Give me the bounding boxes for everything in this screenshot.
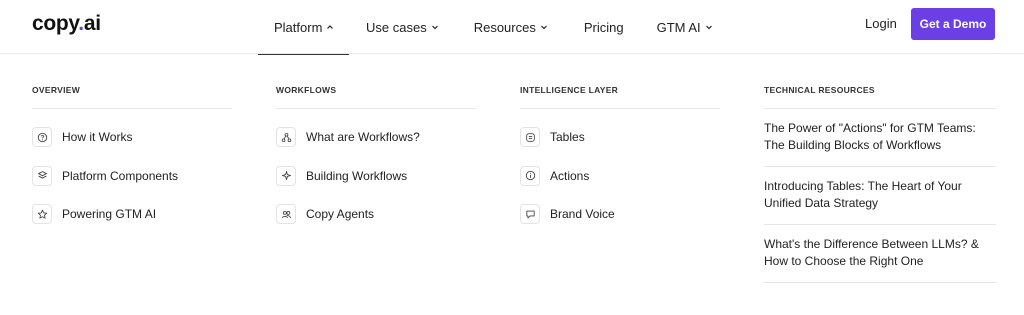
nav-platform-label: Platform: [274, 19, 323, 35]
logo-text: copy: [32, 12, 79, 35]
menu-item-actions[interactable]: Actions: [520, 165, 720, 186]
platform-mega-menu: OVERVIEW How it Works Platform Component…: [0, 55, 1024, 315]
resource-link-introducing-tables[interactable]: Introducing Tables: The Heart of Your Un…: [764, 167, 996, 225]
copyai-logo[interactable]: copy.ai: [32, 12, 101, 36]
menu-item-label: Platform Components: [62, 168, 179, 183]
menu-item-label: Building Workflows: [306, 168, 408, 183]
nav-resources-label: Resources: [473, 19, 536, 35]
top-navbar: copy.ai Platform Use cases Resources Pri…: [0, 0, 1024, 55]
menu-item-label: What are Workflows?: [306, 130, 420, 144]
chat-icon: [520, 204, 540, 224]
nav-platform[interactable]: Platform: [258, 0, 349, 55]
login-link[interactable]: Login: [865, 16, 897, 31]
workflows-column: WORKFLOWS What are Workflows? Building W…: [276, 85, 476, 224]
workflow-nodes-icon: [276, 127, 296, 147]
resource-link-llm-difference[interactable]: What's the Difference Between LLMs? & Ho…: [764, 225, 996, 283]
chevron-down-icon: [705, 25, 712, 30]
get-a-demo-button[interactable]: Get a Demo: [911, 8, 995, 40]
layers-icon: [32, 165, 52, 186]
intelligence-layer-heading: INTELLIGENCE LAYER: [520, 85, 720, 109]
technical-resources-heading: TECHNICAL RESOURCES: [764, 85, 996, 109]
chevron-down-icon: [540, 25, 547, 30]
sparkle-icon: [276, 165, 296, 186]
info-circle-icon: [520, 165, 540, 186]
menu-item-label: Powering GTM AI: [62, 207, 157, 221]
menu-item-powering-gtm-ai[interactable]: Powering GTM AI: [32, 204, 232, 224]
nav-use-cases[interactable]: Use cases: [366, 0, 439, 54]
overview-heading: OVERVIEW: [32, 85, 232, 109]
chevron-up-icon: [327, 25, 334, 29]
menu-item-label: Brand Voice: [550, 207, 615, 221]
workflows-heading: WORKFLOWS: [276, 85, 476, 109]
menu-item-copy-agents[interactable]: Copy Agents: [276, 204, 476, 224]
technical-resources-column: TECHNICAL RESOURCES The Power of "Action…: [764, 85, 996, 283]
menu-item-label: Tables: [550, 130, 585, 144]
question-circle-icon: [32, 127, 52, 147]
menu-item-building-workflows[interactable]: Building Workflows: [276, 165, 476, 186]
menu-item-label: Copy Agents: [306, 207, 375, 221]
nav-pricing-label: Pricing: [583, 19, 624, 35]
resource-link-actions-for-gtm[interactable]: The Power of "Actions" for GTM Teams: Th…: [764, 109, 996, 167]
nav-gtm-ai[interactable]: GTM AI: [657, 0, 713, 54]
menu-item-label: Actions: [550, 168, 590, 183]
nav-pricing[interactable]: Pricing: [584, 0, 624, 54]
intelligence-layer-column: INTELLIGENCE LAYER Tables Actions Brand …: [520, 85, 720, 224]
agents-icon: [276, 204, 296, 224]
nav-gtm-ai-label: GTM AI: [656, 19, 701, 35]
table-icon: [520, 127, 540, 147]
menu-item-brand-voice[interactable]: Brand Voice: [520, 204, 720, 224]
chevron-down-icon: [431, 25, 438, 30]
menu-item-how-it-works[interactable]: How it Works: [32, 127, 232, 147]
menu-item-tables[interactable]: Tables: [520, 127, 720, 147]
menu-item-label: How it Works: [62, 130, 133, 144]
overview-column: OVERVIEW How it Works Platform Component…: [32, 85, 232, 224]
nav-resources[interactable]: Resources: [474, 0, 548, 54]
logo-suffix: ai: [83, 12, 101, 35]
nav-use-cases-label: Use cases: [366, 19, 427, 35]
menu-item-platform-components[interactable]: Platform Components: [32, 165, 232, 186]
menu-item-what-are-workflows[interactable]: What are Workflows?: [276, 127, 476, 147]
main-nav: Platform Use cases Resources Pricing GTM…: [258, 0, 713, 55]
star-icon: [32, 204, 52, 224]
